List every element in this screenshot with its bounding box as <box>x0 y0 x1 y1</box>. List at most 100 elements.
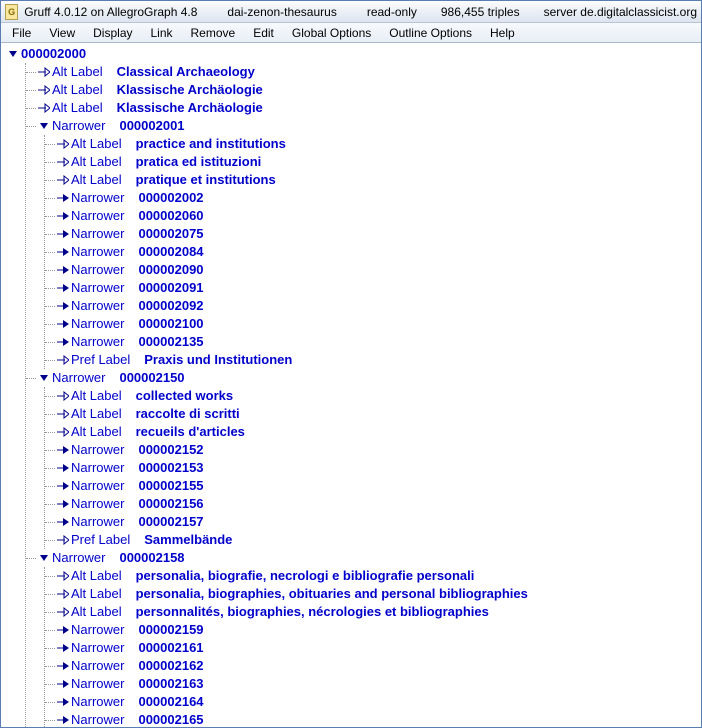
value-label[interactable]: 000002001 <box>119 117 184 135</box>
value-label[interactable]: personalia, biografie, necrologi e bibli… <box>136 567 475 585</box>
value-label[interactable]: 000002002 <box>138 189 203 207</box>
value-label[interactable]: pratica ed istituzioni <box>136 153 262 171</box>
value-label[interactable]: Sammelbände <box>144 531 232 549</box>
menu-display[interactable]: Display <box>84 24 141 42</box>
tree-row[interactable]: Narrower000002165 <box>45 711 701 727</box>
tree-row[interactable]: Narrower000002001 <box>26 117 701 135</box>
expander-closed-icon[interactable] <box>57 516 69 528</box>
tree-row[interactable]: Narrower000002090 <box>45 261 701 279</box>
tree-row[interactable]: Narrower000002135 <box>45 333 701 351</box>
menu-edit[interactable]: Edit <box>244 24 283 42</box>
tree-row[interactable]: Narrower000002162 <box>45 657 701 675</box>
tree-row[interactable]: Alt Labelrecueils d'articles <box>45 423 701 441</box>
value-label[interactable]: 000002150 <box>119 369 184 387</box>
tree-row[interactable]: Alt Labelpratica ed istituzioni <box>45 153 701 171</box>
value-label[interactable]: 000002159 <box>138 621 203 639</box>
expander-closed-icon[interactable] <box>57 300 69 312</box>
expander-closed-icon[interactable] <box>57 714 69 726</box>
outline-tree[interactable]: 000002000Alt LabelClassical ArchaeologyA… <box>1 43 701 727</box>
expander-open-icon[interactable] <box>38 552 50 564</box>
expander-open-icon[interactable] <box>38 120 50 132</box>
value-label[interactable]: 000002165 <box>138 711 203 727</box>
value-label[interactable]: 000002157 <box>138 513 203 531</box>
value-label[interactable]: 000002161 <box>138 639 203 657</box>
expander-open-icon[interactable] <box>38 372 50 384</box>
value-label[interactable]: 000002158 <box>119 549 184 567</box>
expander-closed-icon[interactable] <box>57 318 69 330</box>
tree-row[interactable]: Narrower000002100 <box>45 315 701 333</box>
value-label[interactable]: 000002153 <box>138 459 203 477</box>
tree-row[interactable]: Alt LabelClassical Archaeology <box>26 63 701 81</box>
expander-closed-icon[interactable] <box>57 246 69 258</box>
tree-row[interactable]: Alt Labelpersonalia, biographies, obitua… <box>45 585 701 603</box>
value-label[interactable]: 000002155 <box>138 477 203 495</box>
expander-closed-icon[interactable] <box>57 210 69 222</box>
value-label[interactable]: 000002084 <box>138 243 203 261</box>
value-label[interactable]: 000002163 <box>138 675 203 693</box>
expander-closed-icon[interactable] <box>57 228 69 240</box>
tree-row[interactable]: Narrower000002152 <box>45 441 701 459</box>
value-label[interactable]: 000002135 <box>138 333 203 351</box>
menu-global-options[interactable]: Global Options <box>283 24 380 42</box>
expander-closed-icon[interactable] <box>57 282 69 294</box>
menu-file[interactable]: File <box>3 24 40 42</box>
tree-row[interactable]: Narrower000002159 <box>45 621 701 639</box>
tree-row[interactable]: Narrower000002157 <box>45 513 701 531</box>
value-label[interactable]: Praxis und Institutionen <box>144 351 292 369</box>
expander-closed-icon[interactable] <box>57 696 69 708</box>
tree-row[interactable]: Alt Labelpractice and institutions <box>45 135 701 153</box>
value-label[interactable]: Klassische Archäologie <box>117 99 263 117</box>
value-label[interactable]: collected works <box>136 387 234 405</box>
tree-row[interactable]: Alt Labelraccolte di scritti <box>45 405 701 423</box>
tree-row[interactable]: Narrower000002153 <box>45 459 701 477</box>
menu-remove[interactable]: Remove <box>182 24 245 42</box>
tree-row[interactable]: Narrower000002163 <box>45 675 701 693</box>
tree-row[interactable]: Alt Labelpersonalia, biografie, necrolog… <box>45 567 701 585</box>
tree-row[interactable]: Narrower000002164 <box>45 693 701 711</box>
expander-closed-icon[interactable] <box>57 498 69 510</box>
expander-open-icon[interactable] <box>7 48 19 60</box>
tree-row[interactable]: Alt Labelcollected works <box>45 387 701 405</box>
value-label[interactable]: personalia, biographies, obituaries and … <box>136 585 528 603</box>
value-label[interactable]: practice and institutions <box>136 135 286 153</box>
value-label[interactable]: Klassische Archäologie <box>117 81 263 99</box>
menu-outline-options[interactable]: Outline Options <box>380 24 481 42</box>
value-label[interactable]: 000002090 <box>138 261 203 279</box>
menu-link[interactable]: Link <box>142 24 182 42</box>
expander-closed-icon[interactable] <box>57 480 69 492</box>
tree-row[interactable]: Narrower000002150 <box>26 369 701 387</box>
value-label[interactable]: recueils d'articles <box>136 423 245 441</box>
tree-row[interactable]: Pref LabelPraxis und Institutionen <box>45 351 701 369</box>
tree-row[interactable]: Narrower000002158 <box>26 549 701 567</box>
tree-row[interactable]: Pref LabelSammelbände <box>45 531 701 549</box>
value-label[interactable]: 000002162 <box>138 657 203 675</box>
value-label[interactable]: raccolte di scritti <box>136 405 240 423</box>
tree-row[interactable]: Alt LabelKlassische Archäologie <box>26 81 701 99</box>
expander-closed-icon[interactable] <box>57 264 69 276</box>
value-label[interactable]: 000002164 <box>138 693 203 711</box>
tree-row[interactable]: Narrower000002084 <box>45 243 701 261</box>
value-label[interactable]: 000002060 <box>138 207 203 225</box>
expander-closed-icon[interactable] <box>57 678 69 690</box>
expander-closed-icon[interactable] <box>57 642 69 654</box>
root-value[interactable]: 000002000 <box>21 45 86 63</box>
tree-row[interactable]: Narrower000002075 <box>45 225 701 243</box>
tree-row[interactable]: Narrower000002155 <box>45 477 701 495</box>
tree-row[interactable]: Narrower000002092 <box>45 297 701 315</box>
value-label[interactable]: Classical Archaeology <box>117 63 255 81</box>
expander-closed-icon[interactable] <box>57 462 69 474</box>
tree-row[interactable]: Narrower000002091 <box>45 279 701 297</box>
tree-row[interactable]: Narrower000002156 <box>45 495 701 513</box>
expander-closed-icon[interactable] <box>57 624 69 636</box>
tree-row[interactable]: Narrower000002002 <box>45 189 701 207</box>
expander-closed-icon[interactable] <box>57 660 69 672</box>
value-label[interactable]: 000002152 <box>138 441 203 459</box>
value-label[interactable]: pratique et institutions <box>136 171 276 189</box>
value-label[interactable]: 000002100 <box>138 315 203 333</box>
menu-view[interactable]: View <box>40 24 84 42</box>
value-label[interactable]: 000002075 <box>138 225 203 243</box>
value-label[interactable]: personnalités, biographies, nécrologies … <box>136 603 489 621</box>
value-label[interactable]: 000002092 <box>138 297 203 315</box>
tree-row[interactable]: Narrower000002060 <box>45 207 701 225</box>
value-label[interactable]: 000002091 <box>138 279 203 297</box>
